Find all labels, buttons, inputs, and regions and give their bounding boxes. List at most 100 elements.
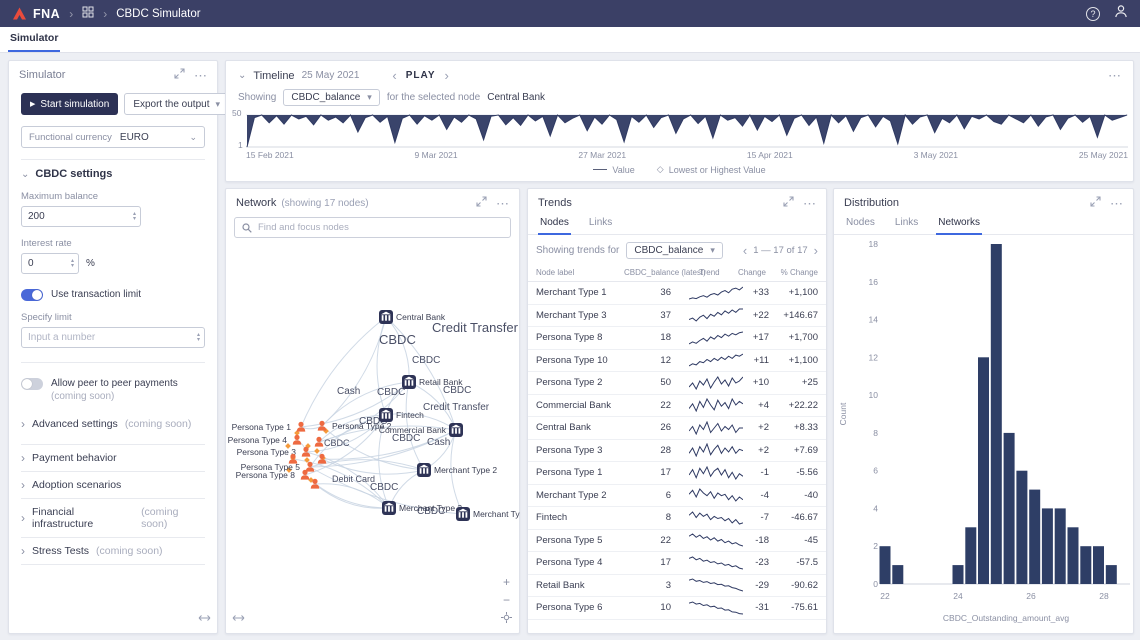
fna-logo[interactable]: FNA	[12, 7, 60, 21]
x-axis-label: 15 Feb 2021	[246, 150, 294, 160]
network-node-bank[interactable]	[456, 507, 470, 521]
col-change[interactable]: Change	[738, 268, 769, 277]
network-node-person[interactable]	[292, 434, 302, 445]
node-search-box[interactable]	[234, 217, 511, 238]
node-count-label: (showing 17 nodes)	[281, 197, 369, 209]
table-row[interactable]: Persona Type 3 28 +2 +7.69	[528, 440, 826, 462]
fit-view-button[interactable]	[501, 612, 512, 625]
network-node-bank[interactable]	[379, 408, 393, 422]
table-row[interactable]: Fintech 8 -7 -46.67	[528, 507, 826, 530]
network-node-bank[interactable]	[382, 501, 396, 515]
more-options-icon[interactable]: ⋯	[496, 197, 509, 210]
panel-resize-icon[interactable]	[232, 610, 245, 628]
toggle-off-switch[interactable]	[21, 378, 43, 390]
currency-value: EURO	[119, 131, 149, 143]
user-profile-icon[interactable]	[1114, 4, 1128, 23]
panel-resize-icon[interactable]	[198, 610, 211, 628]
tab-links[interactable]: Links	[893, 213, 920, 234]
more-options-icon[interactable]: ⋯	[1110, 197, 1123, 210]
table-row[interactable]: Persona Type 5 22 -18 -45	[528, 530, 826, 552]
expand-icon[interactable]	[476, 196, 487, 210]
table-row[interactable]: Persona Type 1 17 -1 -5.56	[528, 462, 826, 485]
stepper-arrows-icon[interactable]: ▴ ▾	[193, 332, 204, 343]
tab-networks[interactable]: Networks	[936, 213, 982, 235]
p2p-toggle-row[interactable]: Allow peer to peer payments (coming soon…	[21, 377, 205, 403]
step-forward-icon[interactable]: ›	[445, 69, 449, 82]
expand-icon[interactable]	[783, 196, 794, 210]
table-row[interactable]: Merchant Type 2 6 -4 -40	[528, 485, 826, 507]
zoom-out-button[interactable]: −	[503, 594, 510, 606]
expand-icon[interactable]	[1090, 196, 1101, 210]
page-next-icon[interactable]: ›	[814, 244, 818, 257]
stepper-arrows-icon[interactable]: ▴ ▾	[129, 211, 140, 222]
table-row[interactable]: Persona Type 10 12 +11 +1,100	[528, 350, 826, 372]
tab-simulator[interactable]: Simulator	[8, 26, 61, 52]
table-row[interactable]: Central Bank 26 +2 +8.33	[528, 417, 826, 440]
table-row[interactable]: Merchant Type 3 37 +22 +146.67	[528, 305, 826, 327]
page-prev-icon[interactable]: ‹	[743, 244, 747, 257]
more-options-icon[interactable]: ⋯	[803, 197, 816, 210]
more-options-icon[interactable]: ⋯	[194, 69, 207, 82]
node-label: Persona Type 5	[536, 534, 603, 546]
timeline-chart[interactable]	[246, 113, 1128, 149]
max-balance-field[interactable]	[22, 211, 129, 222]
export-output-button[interactable]: Export the output ▾	[124, 93, 230, 115]
metric-select[interactable]: CBDC_balance ▾	[626, 242, 723, 259]
metric-select[interactable]: CBDC_balance ▾	[283, 89, 380, 106]
network-node-bank[interactable]	[379, 310, 393, 324]
section-stress-tests[interactable]: › Stress Tests (coming soon)	[21, 538, 205, 565]
table-row[interactable]: Retail Bank 3 -29 -90.62	[528, 575, 826, 597]
table-row[interactable]: Persona Type 6 10 -31 -75.61	[528, 597, 826, 620]
breadcrumb-separator-icon: ›	[103, 6, 108, 21]
zoom-in-button[interactable]: +	[503, 576, 510, 588]
network-graph[interactable]: Credit Transfer CBDC CBDC Cash CBDC CBDC Credi…	[227, 237, 520, 633]
section-adoption-scenarios[interactable]: › Adoption scenarios	[21, 472, 205, 499]
expand-icon[interactable]	[174, 68, 185, 82]
max-balance-input[interactable]: ▴▾	[21, 206, 141, 227]
network-node-bank[interactable]	[402, 375, 416, 389]
pct-change-value: +146.67	[783, 309, 818, 321]
table-row[interactable]: Persona Type 4 17 -23 -57.5	[528, 552, 826, 575]
network-node-bank[interactable]	[449, 423, 463, 437]
advanced-settings-row[interactable]: › Advanced settings (coming soon)	[21, 418, 205, 430]
table-row[interactable]: Commercial Bank 22 +4 +22.22	[528, 395, 826, 417]
col-trend[interactable]: Trend	[685, 268, 746, 277]
trend-sparkline	[685, 420, 746, 435]
table-row[interactable]: Persona Type 8 18 +17 +1,700	[528, 327, 826, 350]
selected-node-name[interactable]: Central Bank	[487, 92, 545, 103]
play-button[interactable]: PLAY	[406, 70, 436, 81]
x-axis-label: 25 May 2021	[1078, 150, 1128, 160]
specify-limit-field[interactable]	[22, 332, 193, 343]
workspace-icon[interactable]	[82, 5, 94, 23]
change-value: -4	[760, 489, 769, 501]
section-payment-behavior[interactable]: › Payment behavior	[21, 445, 205, 472]
interest-rate-field[interactable]	[22, 258, 67, 269]
chevron-down-icon[interactable]: ⌄	[238, 70, 246, 81]
tab-links[interactable]: Links	[587, 213, 614, 234]
table-row[interactable]: Persona Type 2 50 +10 +25	[528, 372, 826, 395]
functional-currency-select[interactable]: Functional currency EURO ⌄	[21, 126, 205, 148]
interest-rate-input[interactable]: ▴▾	[21, 253, 79, 274]
toggle-on-switch[interactable]	[21, 289, 43, 301]
stepper-arrows-icon[interactable]: ▴ ▾	[67, 258, 78, 269]
start-simulation-button[interactable]: ▶ Start simulation	[21, 93, 119, 115]
col-pct-change[interactable]: % Change	[769, 268, 818, 277]
transaction-limit-toggle-row[interactable]: Use transaction limit	[21, 288, 205, 301]
col-node-label[interactable]: Node label	[536, 268, 624, 277]
cbdc-settings-header[interactable]: ⌄ CBDC settings	[21, 168, 205, 180]
search-input[interactable]	[258, 222, 503, 233]
tab-nodes[interactable]: Nodes	[844, 213, 877, 234]
more-options-icon[interactable]: ⋯	[1108, 69, 1121, 82]
svg-text:Retail Bank: Retail Bank	[419, 377, 463, 387]
pct-change-value: -46.67	[791, 512, 818, 524]
network-node-bank[interactable]	[417, 463, 431, 477]
section-financial-infrastructure[interactable]: › Financial infrastructure (coming soon)	[21, 499, 205, 538]
help-icon[interactable]: ?	[1086, 6, 1100, 21]
step-back-icon[interactable]: ‹	[392, 69, 396, 82]
table-row[interactable]: Merchant Type 1 36 +33 +1,100	[528, 282, 826, 305]
node-label: Persona Type 6	[536, 602, 603, 614]
network-node-person[interactable]	[314, 436, 324, 447]
tab-nodes[interactable]: Nodes	[538, 213, 571, 235]
timeline-title: Timeline	[253, 69, 295, 82]
specify-limit-input[interactable]: ▴▾	[21, 327, 205, 348]
